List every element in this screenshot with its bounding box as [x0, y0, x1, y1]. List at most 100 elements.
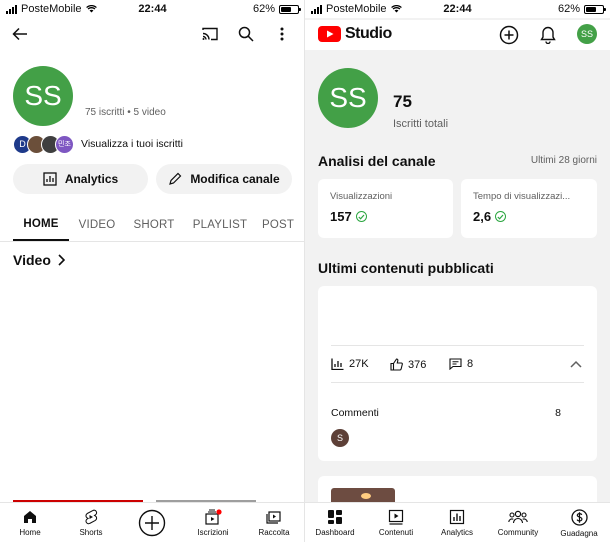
nav-library-label: Raccolta — [258, 528, 290, 537]
search-icon[interactable] — [234, 22, 258, 46]
nav-earn-label: Guadagna — [560, 529, 598, 538]
battery-icon — [584, 4, 606, 14]
status-bar: PosteMobile 22:44 62% — [305, 0, 610, 18]
subscriber-avatar: 민조 — [55, 134, 74, 154]
latest-content-title: Ultimi contenuti pubblicati — [318, 260, 494, 276]
nav-shorts-label: Shorts — [79, 528, 103, 537]
edit-channel-button-label: Modifica canale — [190, 172, 280, 186]
nav-content[interactable]: Contenuti — [366, 509, 426, 537]
view-subscribers-link[interactable]: Visualizza i tuoi iscritti — [81, 138, 183, 150]
analytics-icon — [449, 509, 465, 525]
account-avatar[interactable]: SS — [577, 24, 597, 44]
views-label: Visualizzazioni — [330, 191, 393, 202]
edit-channel-button[interactable]: Modifica canale — [156, 164, 292, 194]
bottom-nav: Home Shorts Iscrizioni Raccolta — [0, 502, 305, 542]
channel-analytics-title: Analisi del canale — [318, 153, 436, 169]
chevron-right-icon — [58, 254, 65, 266]
nav-community-label: Community — [497, 528, 539, 537]
check-circle-icon — [355, 211, 367, 222]
nav-analytics[interactable]: Analytics — [427, 509, 487, 537]
likes-stat: 376 — [390, 358, 426, 371]
cast-icon[interactable] — [198, 22, 222, 46]
signal-icon — [6, 4, 17, 14]
dashboard-icon — [328, 510, 342, 524]
tab-playlist[interactable]: PLAYLIST — [186, 208, 254, 241]
studio-bottom-nav: Dashboard Contenuti Analytics Community … — [305, 502, 610, 542]
studio-panel: PosteMobile 22:44 62% Studio SS SS 75 Is… — [305, 0, 610, 542]
subscriber-count-label: Iscritti totali — [393, 118, 449, 130]
tab-post[interactable]: POST — [262, 208, 305, 241]
content-icon — [388, 509, 404, 525]
studio-logo[interactable]: Studio — [318, 25, 392, 43]
back-arrow-icon[interactable] — [8, 22, 32, 46]
views-value: 157 — [330, 209, 352, 224]
battery-percent: 62% — [252, 3, 275, 15]
library-icon — [266, 511, 281, 524]
watch-time-label: Tempo di visualizzazi... — [473, 191, 571, 202]
nav-community[interactable]: Community — [488, 509, 548, 537]
comments-label: Commenti — [331, 407, 379, 419]
nav-shorts[interactable]: Shorts — [61, 509, 121, 537]
nav-analytics-label: Analytics — [440, 528, 473, 537]
analytics-icon — [43, 172, 57, 186]
nav-earn[interactable]: Guadagna — [549, 509, 609, 538]
latest-video-card[interactable]: 27K 376 8 Commenti 8 S — [318, 286, 597, 461]
video-section-title: Video — [13, 252, 51, 268]
chevron-up-icon[interactable] — [564, 352, 588, 376]
views-stat: 27K — [331, 358, 369, 370]
wifi-icon — [85, 5, 97, 13]
nav-home-label: Home — [19, 528, 41, 537]
card-divider — [331, 382, 584, 383]
dashboard-body: SS 75 Iscritti totali Analisi del canale… — [305, 50, 610, 506]
card-divider — [331, 345, 584, 346]
create-icon[interactable] — [497, 23, 521, 47]
analytics-period: Ultimi 28 giorni — [530, 155, 597, 166]
comments-stat-value: 8 — [467, 358, 474, 370]
more-vert-icon[interactable] — [270, 22, 294, 46]
dollar-circle-icon — [570, 509, 588, 526]
status-bar: PosteMobile 22:44 62% — [0, 0, 305, 18]
tab-home[interactable]: HOME — [13, 208, 69, 241]
subscriptions-icon — [205, 509, 222, 525]
nav-subscriptions-label: Iscrizioni — [197, 528, 229, 537]
community-icon — [508, 510, 528, 524]
analytics-button-label: Analytics — [64, 172, 119, 186]
comments-count: 8 — [555, 407, 561, 419]
nav-dashboard[interactable]: Dashboard — [305, 509, 365, 537]
nav-subscriptions[interactable]: Iscrizioni — [183, 509, 243, 537]
battery-icon — [279, 4, 301, 14]
video-section-header[interactable]: Video — [13, 252, 65, 268]
bell-icon[interactable] — [536, 23, 560, 47]
carrier-name: PosteMobile — [326, 3, 387, 15]
shorts-icon — [85, 509, 98, 525]
studio-channel-avatar: SS — [318, 68, 378, 128]
studio-top-bar: Studio SS — [305, 20, 610, 50]
nav-dashboard-label: Dashboard — [315, 528, 355, 537]
subscribers-row[interactable]: D 민조 Visualizza i tuoi iscritti — [13, 134, 183, 154]
analytics-button[interactable]: Analytics — [13, 164, 148, 194]
watch-time-value: 2,6 — [473, 209, 492, 224]
nav-create[interactable] — [122, 509, 182, 537]
wifi-icon — [390, 5, 402, 13]
commenter-avatar[interactable]: S — [331, 429, 349, 447]
nav-content-label: Contenuti — [378, 528, 414, 537]
thumbs-up-icon — [390, 358, 403, 371]
nav-library[interactable]: Raccolta — [244, 509, 304, 537]
channel-panel: PosteMobile 22:44 62% SS 75 iscritti • 5… — [0, 0, 305, 542]
signal-icon — [311, 4, 322, 14]
subscriber-count: 75 — [393, 92, 412, 111]
views-card[interactable]: Visualizzazioni 157 — [318, 179, 453, 238]
channel-meta: 75 iscritti • 5 video — [85, 107, 166, 118]
youtube-logo-icon — [318, 26, 341, 42]
channel-avatar: SS — [13, 66, 73, 126]
tab-video[interactable]: VIDEO — [72, 208, 122, 241]
tab-short[interactable]: SHORT — [128, 208, 180, 241]
watch-time-card[interactable]: Tempo di visualizzazi... 2,6 — [461, 179, 597, 238]
home-icon — [24, 511, 36, 523]
add-circle-icon — [138, 509, 166, 537]
comment-icon — [449, 358, 462, 370]
likes-stat-value: 376 — [408, 358, 427, 371]
studio-title: Studio — [345, 25, 392, 42]
nav-home[interactable]: Home — [0, 509, 60, 537]
battery-percent: 62% — [557, 3, 580, 15]
